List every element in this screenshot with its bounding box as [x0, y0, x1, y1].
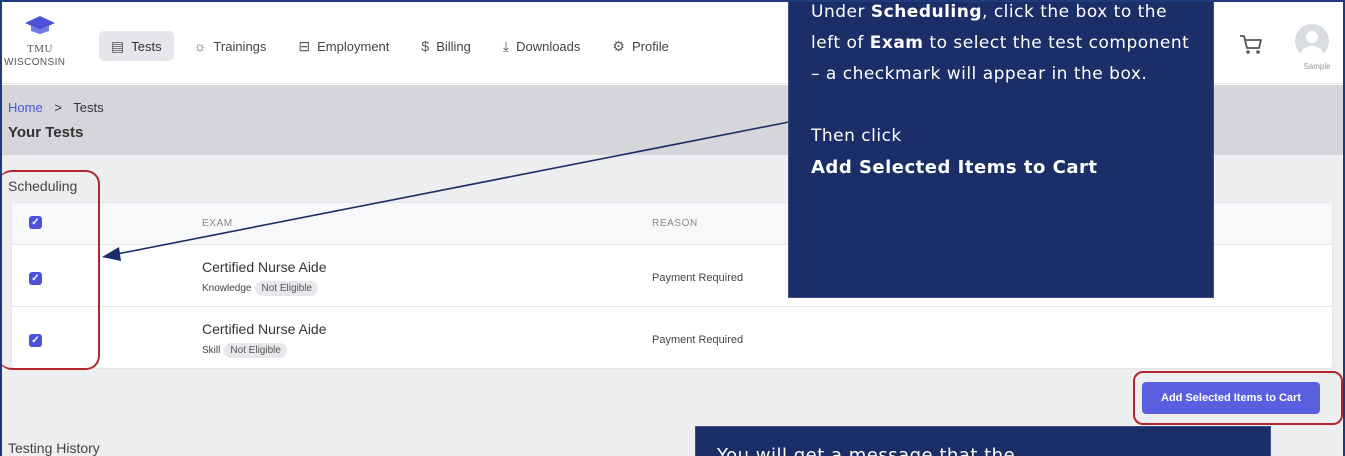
nav-label-downloads: Downloads — [516, 38, 581, 54]
lightbulb-icon: ☼ — [193, 38, 207, 54]
main-nav: ▤ Tests ☼ Trainings ⊟ Employment $ Billi… — [99, 31, 689, 61]
callout-bold-exam: Exam — [869, 33, 924, 53]
nav-item-trainings[interactable]: ☼ Trainings — [182, 31, 279, 61]
user-name: Sample — [1303, 62, 1331, 71]
briefcase-icon: ⊟ — [298, 38, 311, 54]
instruction-callout: Under Scheduling, click the box to the l… — [788, 2, 1214, 298]
message-callout: You will get a message that the — [695, 426, 1271, 456]
brand-org: TMU — [27, 43, 53, 55]
reason-text: Payment Required — [652, 272, 744, 284]
nav-item-tests[interactable]: ▤ Tests — [99, 31, 174, 61]
callout-paragraph-2: Then click Add Selected Items to Cart — [811, 121, 1191, 183]
status-badge: Not Eligible — [224, 343, 287, 358]
nav-label-trainings: Trainings — [213, 38, 267, 54]
page-title: Your Tests — [8, 124, 84, 141]
component-label: Skill — [202, 345, 221, 356]
breadcrumb: Home > Tests — [8, 100, 104, 115]
cart-icon[interactable] — [1238, 32, 1264, 56]
nav-label-billing: Billing — [436, 38, 471, 54]
component-label: Knowledge — [202, 283, 252, 294]
nav-label-tests: Tests — [131, 38, 162, 54]
app-frame: TMU WISCONSIN ▤ Tests ☼ Trainings ⊟ Empl… — [0, 0, 1345, 456]
avatar[interactable] — [1295, 24, 1329, 58]
brand-state: WISCONSIN — [4, 57, 66, 68]
callout-spacer — [811, 90, 1191, 121]
breadcrumb-home[interactable]: Home — [8, 100, 43, 115]
graduation-cap-icon — [25, 16, 55, 34]
callout-paragraph-1: Under Scheduling, click the box to the l… — [811, 2, 1191, 90]
table-row: ✓ Certified Nurse Aide Skill Not Eligibl… — [12, 307, 1332, 369]
button-highlight — [1133, 371, 1343, 425]
exam-component: Skill Not Eligible — [202, 343, 287, 358]
checkbox-highlight — [2, 170, 100, 370]
gear-icon: ⚙ — [612, 38, 625, 54]
nav-item-employment[interactable]: ⊟ Employment — [286, 31, 401, 61]
nav-label-employment: Employment — [317, 38, 390, 54]
callout-bold-button: Add Selected Items to Cart — [811, 157, 1098, 178]
testing-history-title: Testing History — [8, 440, 100, 456]
nav-item-downloads[interactable]: ⤓ Downloads — [491, 31, 593, 61]
exam-name: Certified Nurse Aide — [202, 321, 327, 337]
nav-item-profile[interactable]: ⚙ Profile — [600, 31, 680, 61]
exam-component: Knowledge Not Eligible — [202, 281, 319, 296]
callout-text: Under — [811, 2, 871, 22]
status-badge: Not Eligible — [255, 281, 319, 296]
dollar-icon: $ — [421, 38, 430, 54]
callout-bold-scheduling: Scheduling — [870, 2, 983, 22]
tmu-logo[interactable]: TMU WISCONSIN — [4, 14, 70, 76]
column-reason: REASON — [652, 218, 698, 229]
breadcrumb-separator: > — [54, 100, 62, 115]
clipboard-icon: ▤ — [111, 38, 125, 54]
nav-label-profile: Profile — [631, 38, 669, 54]
callout-text: Then click — [811, 126, 902, 146]
reason-text: Payment Required — [652, 334, 744, 346]
exam-name: Certified Nurse Aide — [202, 259, 327, 275]
download-icon: ⤓ — [502, 38, 510, 54]
breadcrumb-current: Tests — [73, 100, 104, 115]
user-icon — [1301, 31, 1323, 58]
nav-item-billing[interactable]: $ Billing — [409, 31, 482, 61]
column-exam: EXAM — [202, 218, 233, 229]
